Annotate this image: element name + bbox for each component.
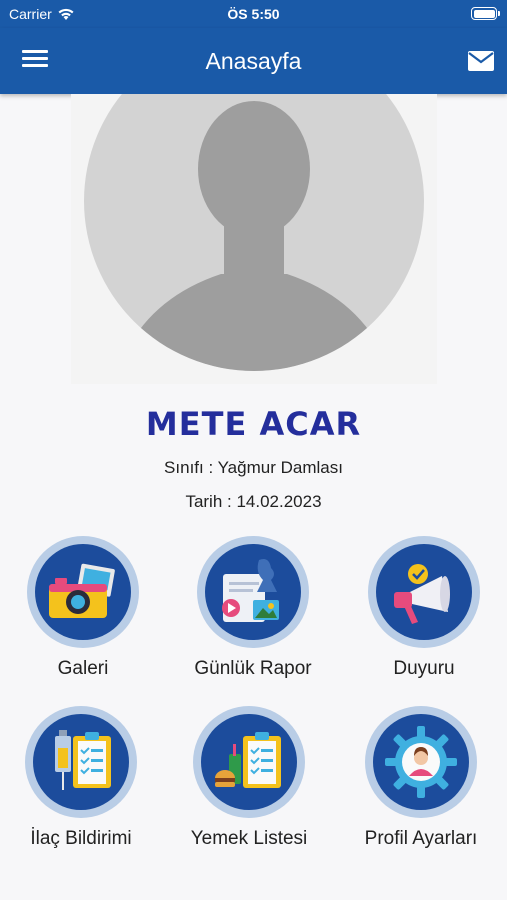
page-title: Anasayfa — [205, 48, 302, 74]
menu-tile-gallery[interactable]: Galeri — [0, 536, 168, 686]
tile-label: Günlük Rapor — [194, 658, 312, 679]
tile-label: Yemek Listesi — [190, 828, 308, 849]
app-bar: Anasayfa — [0, 28, 507, 94]
gallery-icon — [49, 563, 115, 618]
announcement-icon — [394, 564, 450, 624]
tile-ring — [368, 536, 480, 648]
tile-ring — [193, 706, 305, 818]
menu-tile-medicine-notice[interactable]: İlaç Bildirimi — [0, 706, 166, 856]
student-name: METE ACAR — [145, 405, 362, 443]
class-info: Sınıfı : Yağmur Damlası — [164, 458, 343, 477]
tile-label: Galeri — [57, 658, 109, 679]
tile-label: Profil Ayarları — [364, 828, 478, 849]
profile-settings-icon — [385, 726, 457, 798]
menu-tile-daily-report[interactable]: Günlük Rapor — [168, 536, 338, 686]
meal-list-icon — [215, 732, 281, 788]
tile-ring — [27, 536, 139, 648]
status-time: ÖS 5:50 — [227, 6, 280, 22]
battery-icon — [471, 7, 500, 20]
mail-icon[interactable] — [467, 50, 495, 72]
menu-tile-profile-settings[interactable]: Profil Ayarları — [336, 706, 506, 856]
status-bar: Carrier ÖS 5:50 — [0, 0, 507, 28]
tile-label: Duyuru — [393, 658, 455, 679]
medicine-notice-icon — [55, 730, 111, 790]
tile-ring — [25, 706, 137, 818]
tile-ring — [365, 706, 477, 818]
tile-ring — [197, 536, 309, 648]
tile-label: İlaç Bildirimi — [30, 828, 132, 849]
menu-tile-announcement[interactable]: Duyuru — [339, 536, 507, 686]
avatar-placeholder-icon — [84, 94, 424, 371]
daily-report-icon — [222, 559, 279, 622]
date-info: Tarih : 14.02.2023 — [185, 492, 322, 511]
menu-tile-meal-list[interactable]: Yemek Listesi — [164, 706, 334, 856]
profile-avatar — [71, 94, 437, 384]
